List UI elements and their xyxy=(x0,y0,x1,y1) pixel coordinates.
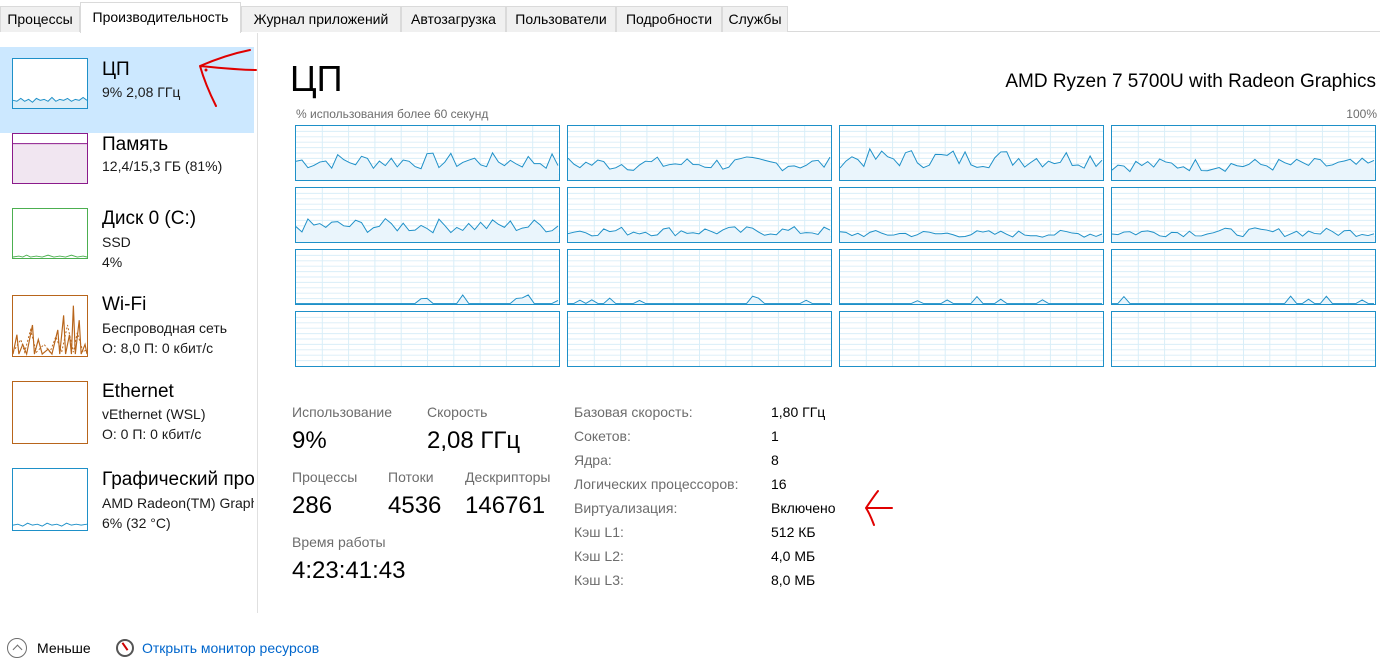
logical-processor-graph xyxy=(1111,125,1376,181)
cpu-thumbnail-graph xyxy=(12,58,88,109)
base-speed-label: Базовая скорость: xyxy=(574,404,693,420)
disk-thumbnail-graph xyxy=(12,208,88,259)
threads-value: 4536 xyxy=(388,492,442,519)
sidebar-memory-usage: 12,4/15,3 ГБ (81%) xyxy=(102,158,223,174)
sidebar-disk-usage: 4% xyxy=(102,254,123,270)
sidebar-item-ethernet[interactable]: Ethernet vEthernet (WSL) О: 0 П: 0 кбит/… xyxy=(0,369,254,455)
sidebar-ethernet-throughput: О: 0 П: 0 кбит/с xyxy=(102,426,202,442)
sidebar-item-disk[interactable]: Диск 0 (C:) SSD 4% xyxy=(0,197,254,283)
annotation-arrow-cpu xyxy=(199,49,257,107)
resource-monitor-icon xyxy=(116,639,134,657)
base-speed-value: 1,80 ГГц xyxy=(771,404,826,420)
logical-processor-graphs xyxy=(295,125,1377,368)
tab-users[interactable]: Пользователи xyxy=(506,6,616,32)
uptime-label: Время работы xyxy=(292,534,386,550)
l1-cache-label: Кэш L1: xyxy=(574,524,624,540)
gpu-thumbnail-graph xyxy=(12,468,88,531)
logical-processor-graph xyxy=(567,187,832,243)
sidebar-gpu-usage: 6% (32 °C) xyxy=(102,515,171,531)
handles-value: 146761 xyxy=(465,492,546,519)
ethernet-thumbnail-graph xyxy=(12,381,88,444)
sidebar-ethernet-adapter: vEthernet (WSL) xyxy=(102,406,206,422)
open-resource-monitor-link[interactable]: Открыть монитор ресурсов xyxy=(116,637,319,659)
sidebar-disk-type: SSD xyxy=(102,234,131,250)
sidebar-cpu-usage: 9% 2,08 ГГц xyxy=(102,84,181,100)
logical-processor-graph xyxy=(839,187,1104,243)
l3-cache-label: Кэш L3: xyxy=(574,572,624,588)
fewer-details-label: Меньше xyxy=(37,640,91,656)
logical-processor-graph xyxy=(1111,249,1376,305)
tab-processes[interactable]: Процессы xyxy=(0,6,80,32)
tab-app-history[interactable]: Журнал приложений xyxy=(241,6,401,32)
sidebar-ethernet-title: Ethernet xyxy=(102,381,174,402)
logical-processor-graph xyxy=(567,249,832,305)
threads-label: Потоки xyxy=(388,469,434,485)
graph-axis-label: % использования более 60 секунд xyxy=(296,107,489,121)
uptime-value: 4:23:41:43 xyxy=(292,557,406,584)
l2-cache-value: 4,0 МБ xyxy=(771,548,816,564)
logical-processor-graph xyxy=(839,249,1104,305)
sidebar-wifi-adapter: Беспроводная сеть xyxy=(102,320,228,336)
sidebar-gpu-title: Графический процессор 0 xyxy=(102,469,254,490)
usage-label: Использование xyxy=(292,404,393,420)
logical-processor-graph xyxy=(1111,311,1376,367)
cores-label: Ядра: xyxy=(574,452,612,468)
resource-sidebar: ЦП 9% 2,08 ГГц Память 12,4/15,3 ГБ (81%)… xyxy=(0,33,258,613)
sidebar-gpu-model: AMD Radeon(TM) Graphics xyxy=(102,495,254,511)
tab-details[interactable]: Подробности xyxy=(616,6,722,32)
logical-processors-value: 16 xyxy=(771,476,787,492)
virtualization-value: Включено xyxy=(771,500,836,516)
sidebar-memory-title: Память xyxy=(102,134,169,155)
tab-performance[interactable]: Производительность xyxy=(80,2,241,33)
logical-processor-graph xyxy=(295,249,560,305)
wifi-thumbnail-graph xyxy=(12,295,88,357)
virtualization-label: Виртуализация: xyxy=(574,500,678,516)
fewer-details-button[interactable]: Меньше xyxy=(7,637,91,659)
tab-services[interactable]: Службы xyxy=(722,6,788,32)
sidebar-item-gpu[interactable]: Графический процессор 0 AMD Radeon(TM) G… xyxy=(0,457,254,543)
annotation-arrow-virtualization xyxy=(865,490,893,526)
processor-name: AMD Ryzen 7 5700U with Radeon Graphics xyxy=(1005,71,1376,92)
logical-processor-graph xyxy=(295,125,560,181)
processes-label: Процессы xyxy=(292,469,358,485)
processes-value: 286 xyxy=(292,492,333,519)
chevron-up-icon xyxy=(7,638,27,658)
page-title: ЦП xyxy=(290,58,343,99)
logical-processor-graph xyxy=(567,311,832,367)
sidebar-disk-title: Диск 0 (C:) xyxy=(102,208,197,229)
logical-processor-graph xyxy=(295,311,560,367)
speed-label: Скорость xyxy=(427,404,488,420)
tab-bar: Процессы Производительность Журнал прило… xyxy=(0,0,1380,33)
logical-processor-graph xyxy=(567,125,832,181)
usage-value: 9% xyxy=(292,427,327,454)
sockets-value: 1 xyxy=(771,428,779,444)
sidebar-wifi-throughput: О: 8,0 П: 0 кбит/с xyxy=(102,340,214,356)
logical-processor-graph xyxy=(1111,187,1376,243)
sidebar-item-wifi[interactable]: Wi-Fi Беспроводная сеть О: 8,0 П: 0 кбит… xyxy=(0,283,254,369)
sidebar-cpu-title: ЦП xyxy=(102,59,130,80)
tab-startup[interactable]: Автозагрузка xyxy=(401,6,506,32)
sidebar-wifi-title: Wi-Fi xyxy=(102,294,147,315)
l3-cache-value: 8,0 МБ xyxy=(771,572,816,588)
open-resource-monitor-label: Открыть монитор ресурсов xyxy=(142,640,320,656)
speed-value: 2,08 ГГц xyxy=(427,427,521,454)
cores-value: 8 xyxy=(771,452,779,468)
graph-max-label: 100% xyxy=(1346,107,1377,121)
sockets-label: Сокетов: xyxy=(574,428,631,444)
memory-thumbnail-graph xyxy=(12,133,88,184)
l1-cache-value: 512 КБ xyxy=(771,524,816,540)
handles-label: Дескрипторы xyxy=(465,469,551,485)
logical-processor-graph xyxy=(295,187,560,243)
logical-processor-graph xyxy=(839,311,1104,367)
l2-cache-label: Кэш L2: xyxy=(574,548,624,564)
logical-processors-label: Логических процессоров: xyxy=(574,476,739,492)
logical-processor-graph xyxy=(839,125,1104,181)
